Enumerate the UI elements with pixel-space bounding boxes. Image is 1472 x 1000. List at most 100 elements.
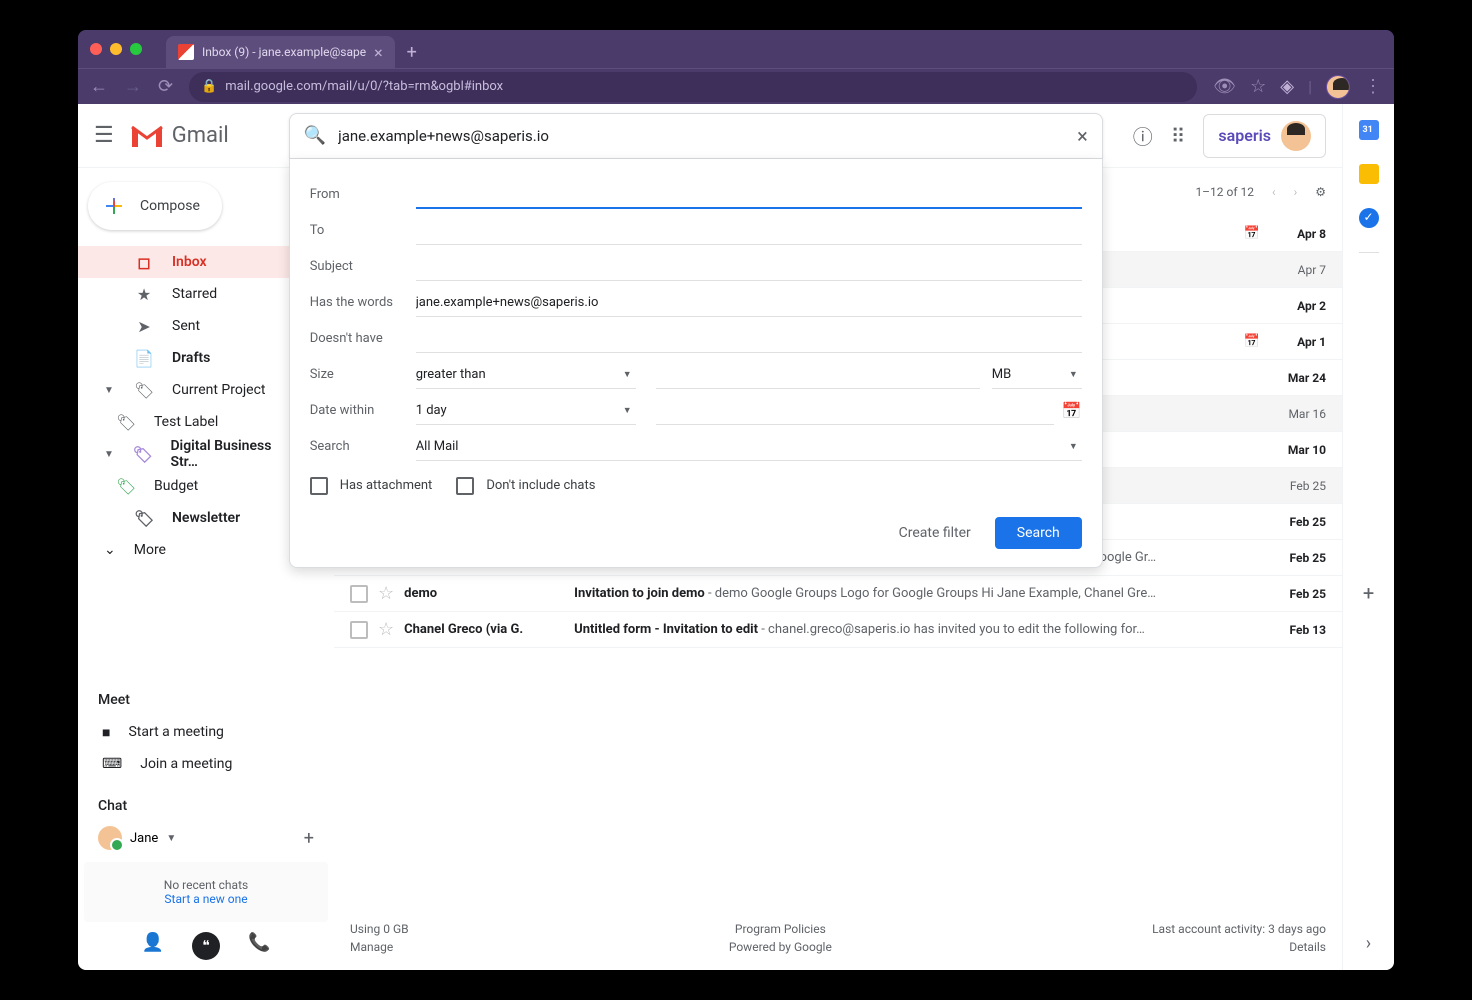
apps-icon[interactable]: ⠿: [1171, 124, 1186, 148]
next-page-icon[interactable]: ›: [1294, 185, 1298, 199]
sidebar-item-sent[interactable]: ➤Sent: [78, 310, 322, 342]
to-input[interactable]: [416, 217, 1082, 245]
search-bar: 🔍 ×: [289, 113, 1103, 159]
account-brand-button[interactable]: saperis: [1203, 114, 1326, 158]
browser-right-icons: 👁 ☆ ◈ | ⋮: [1213, 75, 1382, 99]
date: Feb 25: [1270, 479, 1326, 493]
video-icon: ■: [102, 724, 110, 741]
sidebar-item-current-project[interactable]: ▼🏷Current Project: [78, 374, 322, 406]
meet-header: Meet: [78, 684, 334, 716]
start-chat-link[interactable]: Start a new one: [164, 892, 247, 906]
keep-addon-icon[interactable]: [1359, 164, 1379, 184]
window-minimize-button[interactable]: [110, 43, 122, 55]
has-attachment-checkbox[interactable]: Has attachment: [310, 477, 433, 495]
tab-close-icon[interactable]: ×: [374, 43, 383, 62]
lock-icon: 🔒: [201, 79, 217, 94]
support-icon[interactable]: ⓘ: [1133, 121, 1153, 150]
forward-icon[interactable]: →: [124, 76, 142, 97]
sender: Chanel Greco (via G.: [404, 622, 564, 637]
browser-profile-avatar[interactable]: [1326, 75, 1350, 99]
brand-text: saperis: [1218, 126, 1271, 145]
search-icon[interactable]: 🔍: [304, 125, 326, 146]
browser-menu-icon[interactable]: ⋮: [1364, 76, 1382, 97]
hangouts-icon[interactable]: ❝: [192, 932, 220, 960]
size-unit-select[interactable]: MB: [992, 361, 1082, 389]
label-icon: ➤: [134, 317, 154, 336]
details-link[interactable]: Details: [1289, 940, 1326, 954]
size-label: Size: [310, 367, 416, 382]
new-tab-button[interactable]: +: [407, 42, 417, 63]
gmail-favicon-icon: [178, 44, 194, 60]
window-maximize-button[interactable]: [130, 43, 142, 55]
chat-footer-icons: 👤 ❝ 📞: [78, 922, 334, 970]
star-icon[interactable]: ☆: [1250, 76, 1266, 97]
pagination-text: 1–12 of 12: [1195, 185, 1254, 199]
date: Mar 10: [1270, 443, 1326, 457]
sidebar-item-budget[interactable]: 🏷Budget: [78, 470, 322, 502]
gmail-logo-text: Gmail: [172, 123, 229, 148]
date-input[interactable]: [656, 397, 1054, 425]
mail-row[interactable]: ☆demoInvitation to join demo - demo Goog…: [334, 576, 1342, 612]
get-addons-icon[interactable]: +: [1363, 581, 1374, 605]
calendar-addon-icon[interactable]: [1359, 120, 1379, 140]
drive-icon[interactable]: ◈: [1280, 76, 1294, 97]
doesnt-have-input[interactable]: [416, 325, 1082, 353]
sidebar-item-digital-business-str-[interactable]: ▼🏷Digital Business Str…6: [78, 438, 322, 470]
has-words-input[interactable]: [416, 289, 1082, 317]
sidebar-item-inbox[interactable]: ◻Inbox9: [78, 246, 322, 278]
from-input[interactable]: [416, 180, 1082, 209]
join-meeting-button[interactable]: ⌨Join a meeting: [78, 748, 334, 780]
star-icon[interactable]: ☆: [378, 583, 394, 604]
sidebar-item-starred[interactable]: ★Starred: [78, 278, 322, 310]
window-close-button[interactable]: [90, 43, 102, 55]
person-icon[interactable]: 👤: [142, 932, 164, 960]
date-within-label: Date within: [310, 403, 416, 418]
eye-icon[interactable]: 👁: [1213, 76, 1236, 97]
collapse-panel-icon[interactable]: ›: [1366, 933, 1371, 954]
date: Feb 13: [1270, 623, 1326, 637]
phone-icon[interactable]: 📞: [248, 932, 270, 960]
sidebar-item-test-label[interactable]: 🏷Test Label: [78, 406, 322, 438]
start-meeting-button[interactable]: ■Start a meeting: [78, 716, 334, 748]
star-icon[interactable]: ☆: [378, 619, 394, 640]
chat-empty-state: No recent chats Start a new one: [84, 862, 328, 922]
new-chat-icon[interactable]: +: [304, 828, 314, 849]
mail-checkbox[interactable]: [350, 585, 368, 603]
gmail-app: ☰ Gmail 🔍 ×: [78, 104, 1394, 970]
calendar-icon[interactable]: 📅: [1062, 401, 1082, 420]
label-icon: 🏷: [134, 381, 154, 400]
gmail-logo-icon: [130, 123, 164, 149]
gmail-logo[interactable]: Gmail: [130, 123, 229, 149]
mail-checkbox[interactable]: [350, 621, 368, 639]
mail-row[interactable]: ☆ Chanel Greco (via G. Untitled form - Inv…: [334, 612, 1342, 648]
policies-link[interactable]: Program Policies: [735, 922, 826, 936]
search-input[interactable]: [338, 127, 1065, 145]
dont-include-chats-checkbox[interactable]: Don't include chats: [456, 477, 595, 495]
size-operator-select[interactable]: greater than: [416, 361, 636, 389]
size-value-input[interactable]: [656, 361, 980, 389]
tab-title: Inbox (9) - jane.example@sape: [202, 45, 366, 59]
has-words-label: Has the words: [310, 295, 416, 310]
create-filter-button[interactable]: Create filter: [889, 517, 981, 549]
search-button[interactable]: Search: [995, 517, 1082, 549]
date-within-select[interactable]: 1 day: [416, 397, 636, 425]
reload-icon[interactable]: ⟳: [158, 76, 173, 97]
search-clear-icon[interactable]: ×: [1077, 124, 1088, 148]
label-icon: 🏷: [134, 509, 154, 528]
subject-input[interactable]: [416, 253, 1082, 281]
sidebar-item-newsletter[interactable]: 🏷Newsletter8: [78, 502, 322, 534]
search-scope-select[interactable]: All Mail: [416, 433, 1082, 461]
prev-page-icon[interactable]: ‹: [1272, 185, 1276, 199]
browser-tab[interactable]: Inbox (9) - jane.example@sape ×: [166, 36, 395, 68]
manage-link[interactable]: Manage: [350, 940, 409, 954]
url-input[interactable]: 🔒 mail.google.com/mail/u/0/?tab=rm&ogbl#…: [189, 72, 1197, 102]
settings-icon[interactable]: ⚙: [1315, 185, 1326, 199]
hamburger-icon[interactable]: ☰: [94, 123, 114, 148]
label-icon: 🏷: [132, 445, 152, 464]
sidebar-item-drafts[interactable]: 📄Drafts4: [78, 342, 322, 374]
back-icon[interactable]: ←: [90, 76, 108, 97]
chat-user-row[interactable]: Jane ▼ +: [78, 822, 334, 854]
compose-button[interactable]: Compose: [88, 182, 222, 230]
tasks-addon-icon[interactable]: [1359, 208, 1379, 228]
subject-line: Untitled form - Invitation to edit - cha…: [574, 622, 1260, 637]
